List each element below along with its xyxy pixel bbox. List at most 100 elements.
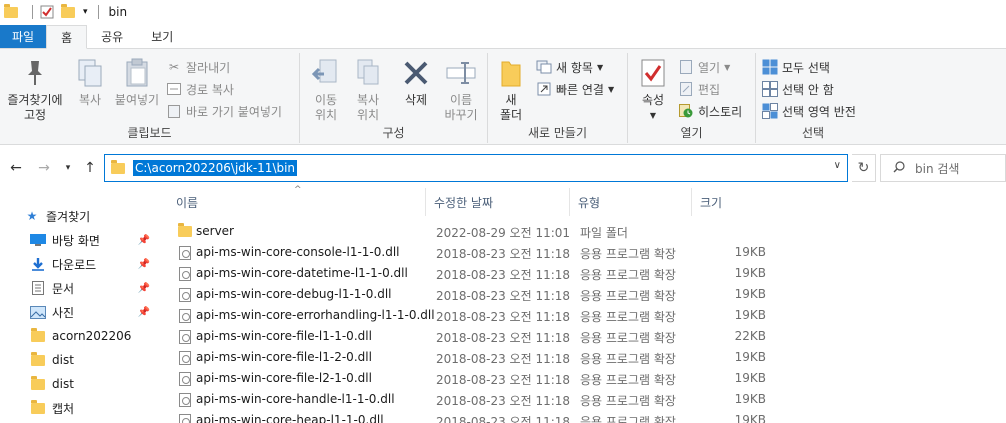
new-group: 새 폴더 새 항목 ▼ 빠른 연결 ▼ 새로 만들기 (488, 53, 628, 143)
copy-label: 복사 (78, 93, 102, 107)
chevron-down-icon: ▼ (649, 111, 657, 120)
invert-selection-label: 선택 영역 반전 (782, 104, 856, 119)
tab-share[interactable]: 공유 (87, 25, 137, 48)
cut-button[interactable]: ✂ 잘라내기 (166, 57, 230, 77)
dll-file-icon (178, 266, 192, 281)
open-button[interactable]: 열기 ▼ (678, 57, 730, 77)
properties-icon[interactable] (39, 4, 55, 20)
file-row[interactable]: api-ms-win-core-file-l2-1-0.dll 2018-08-… (168, 368, 1006, 389)
file-name: api-ms-win-core-file-l1-2-0.dll (196, 350, 372, 364)
paste-shortcut-button[interactable]: 바로 가기 붙여넣기 (166, 101, 282, 121)
dll-file-icon (178, 413, 192, 423)
file-type: 응용 프로그램 확장 (580, 268, 676, 282)
recent-locations-button[interactable]: ▾ (58, 158, 78, 178)
nav-label: 문서 (52, 281, 75, 296)
file-row[interactable]: api-ms-win-core-file-l1-1-0.dll 2018-08-… (168, 326, 1006, 347)
open-label: 열기 (698, 60, 721, 75)
easy-access-button[interactable]: 빠른 연결 ▼ (536, 79, 614, 99)
copy-button[interactable]: 복사 (70, 57, 110, 108)
file-name: api-ms-win-core-handle-l1-1-0.dll (196, 392, 395, 406)
pin-icon[interactable]: 📌 (138, 259, 150, 270)
file-row[interactable]: api-ms-win-core-file-l1-2-0.dll 2018-08-… (168, 347, 1006, 368)
nav-item-folder[interactable]: acorn202206 (0, 324, 158, 348)
select-none-button[interactable]: 선택 안 함 (762, 79, 834, 99)
folder-icon (111, 159, 125, 174)
nav-item-folder[interactable]: dist (0, 372, 158, 396)
file-type: 응용 프로그램 확장 (580, 352, 676, 366)
nav-label: acorn202206 (52, 329, 132, 343)
file-row[interactable]: api-ms-win-core-datetime-l1-1-0.dll 2018… (168, 263, 1006, 284)
edit-button[interactable]: 편집 (678, 79, 720, 99)
select-none-icon (762, 81, 778, 97)
new-folder-icon[interactable] (61, 3, 77, 20)
address-bar[interactable]: C:\acorn202206\jdk-11\bin ∨ (104, 154, 848, 182)
column-name[interactable]: ^ 이름 (168, 185, 426, 216)
nav-label: 캡처 (52, 401, 75, 416)
invert-selection-button[interactable]: 선택 영역 반전 (762, 101, 856, 121)
refresh-button[interactable]: ↻ (852, 154, 876, 182)
column-size[interactable]: 크기 (692, 188, 770, 216)
nav-item-downloads[interactable]: 다운로드 📌 (0, 252, 158, 276)
dll-file-icon (178, 350, 192, 365)
address-path[interactable]: C:\acorn202206\jdk-11\bin (133, 160, 298, 176)
delete-button[interactable]: 삭제 (396, 57, 436, 108)
nav-label: dist (52, 377, 74, 391)
select-all-label: 모두 선택 (782, 60, 830, 75)
nav-item-pictures[interactable]: 사진 📌 (0, 300, 158, 324)
search-input[interactable]: bin 검색 (880, 154, 1006, 182)
nav-item-folder[interactable]: 캡처 (0, 396, 158, 420)
dll-file-icon (178, 371, 192, 386)
new-item-button[interactable]: 새 항목 ▼ (536, 57, 603, 77)
pin-icon[interactable]: 📌 (138, 235, 150, 246)
file-date: 2018-08-23 오전 11:18 (436, 352, 571, 366)
chevron-down-icon[interactable]: ▾ (83, 7, 88, 17)
rename-button[interactable]: 이름 바꾸기 (438, 57, 484, 123)
column-date[interactable]: 수정한 날짜 (426, 188, 570, 216)
nav-item-documents[interactable]: 문서 📌 (0, 276, 158, 300)
back-button[interactable]: ← (6, 158, 26, 178)
history-icon (678, 103, 694, 119)
file-name: api-ms-win-core-debug-l1-1-0.dll (196, 287, 392, 301)
new-item-label: 새 항목 (556, 60, 593, 75)
dll-file-icon (178, 245, 192, 260)
nav-item-desktop[interactable]: 바탕 화면 📌 (0, 228, 158, 252)
forward-button[interactable]: → (34, 158, 54, 178)
column-type-label: 유형 (578, 195, 601, 210)
file-row[interactable]: api-ms-win-core-errorhandling-l1-1-0.dll… (168, 305, 1006, 326)
tab-view[interactable]: 보기 (137, 25, 187, 48)
delete-icon (400, 57, 432, 89)
properties-button[interactable]: 속성 ▼ (636, 57, 670, 123)
nav-label: dist (52, 353, 74, 367)
tab-home[interactable]: 홈 (46, 25, 88, 49)
chevron-down-icon: ▾ (65, 163, 71, 173)
file-row-folder[interactable]: server 2022-08-29 오전 11:01 파일 폴더 (168, 221, 1006, 242)
nav-item-folder[interactable]: dist (0, 348, 158, 372)
column-type[interactable]: 유형 (570, 188, 692, 216)
copy-to-button[interactable]: 복사 위치 (348, 57, 388, 123)
file-type: 응용 프로그램 확장 (580, 247, 676, 261)
easy-access-icon (536, 81, 552, 97)
paste-icon (121, 57, 153, 89)
move-to-button[interactable]: 이동 위치 (306, 57, 346, 123)
copy-path-label: 경로 복사 (186, 82, 234, 97)
pin-quick-access-button[interactable]: 즐겨찾기에 고정 (4, 57, 66, 123)
file-size: 19KB (734, 413, 766, 423)
pin-icon[interactable]: 📌 (138, 283, 150, 294)
new-folder-button[interactable]: 새 폴더 (496, 57, 526, 123)
file-row[interactable]: api-ms-win-core-debug-l1-1-0.dll 2018-08… (168, 284, 1006, 305)
file-name: server (196, 224, 234, 238)
organize-group-label: 구성 (382, 126, 405, 140)
paste-button[interactable]: 붙여넣기 (112, 57, 162, 108)
file-row[interactable]: api-ms-win-core-heap-l1-1-0.dll 2018-08-… (168, 410, 1006, 423)
file-row[interactable]: api-ms-win-core-handle-l1-1-0.dll 2018-0… (168, 389, 1006, 410)
refresh-icon: ↻ (857, 160, 870, 176)
tab-file[interactable]: 파일 (0, 25, 47, 48)
nav-quick-access[interactable]: ★ 즐겨찾기 (0, 204, 158, 228)
history-button[interactable]: 히스토리 (678, 101, 742, 121)
pin-icon[interactable]: 📌 (138, 307, 150, 318)
up-button[interactable]: ↑ (80, 158, 100, 178)
file-row[interactable]: api-ms-win-core-console-l1-1-0.dll 2018-… (168, 242, 1006, 263)
chevron-down-icon[interactable]: ∨ (834, 160, 841, 171)
select-all-button[interactable]: 모두 선택 (762, 57, 830, 77)
copy-path-button[interactable]: 경로 복사 (166, 79, 234, 99)
